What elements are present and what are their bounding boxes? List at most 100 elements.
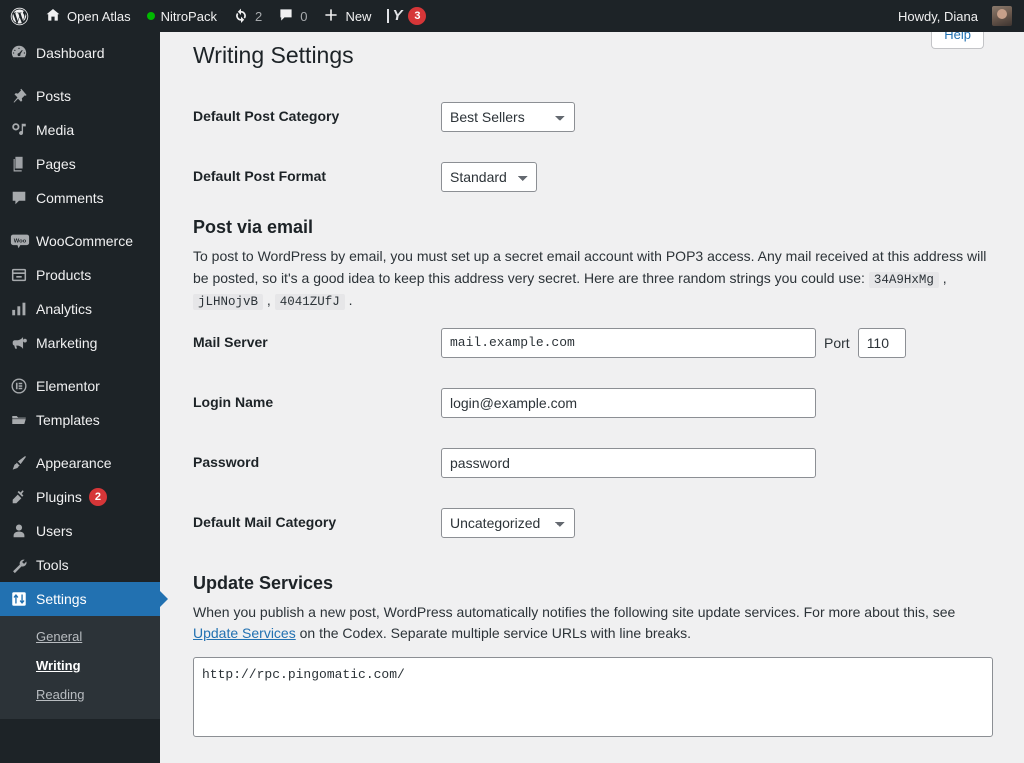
update-services-link[interactable]: Update Services — [193, 625, 296, 641]
analytics-icon — [10, 300, 36, 318]
form-row-mail-server: Mail Server Port — [193, 313, 1004, 373]
update-services-text-after: on the Codex. Separate multiple service … — [295, 625, 692, 642]
sidebar-item-comments[interactable]: Comments — [0, 181, 160, 215]
sidebar-item-label: Comments — [36, 190, 104, 206]
sidebar-item-appearance[interactable]: Appearance — [0, 446, 160, 480]
sidebar-item-posts[interactable]: Posts — [0, 79, 160, 113]
default-post-format-cell: Standard — [431, 147, 1004, 207]
sidebar-item-tools[interactable]: Tools — [0, 548, 160, 582]
port-label: Port — [824, 334, 850, 351]
main-content: Help Writing Settings Default Post Categ… — [160, 32, 1024, 763]
sidebar-item-label: Tools — [36, 557, 69, 573]
sidebar-item-media[interactable]: Media — [0, 113, 160, 147]
default-post-category-select[interactable]: Best Sellers — [441, 101, 575, 132]
random-string-2: jLHNojvB — [193, 294, 264, 311]
update-services-textarea[interactable]: http://rpc.pingomatic.com/ — [193, 657, 993, 738]
site-name-menu[interactable]: Open Atlas — [37, 0, 139, 32]
sidebar-item-woocommerce[interactable]: Woo WooCommerce — [0, 224, 160, 258]
sidebar-item-label: Plugins — [36, 489, 82, 505]
port-input[interactable] — [857, 327, 906, 358]
sidebar-item-marketing[interactable]: Marketing — [0, 326, 160, 360]
sidebar-item-analytics[interactable]: Analytics — [0, 292, 160, 326]
sidebar-item-label: WooCommerce — [36, 233, 133, 249]
admin-bar: Open Atlas NitroPack 2 0 New Y 3 Howdy, … — [0, 0, 1024, 32]
sidebar-item-templates[interactable]: Templates — [0, 403, 160, 437]
random-string-3: 4041ZUfJ — [274, 294, 345, 311]
brush-icon — [10, 454, 36, 472]
separator: , — [263, 292, 275, 309]
sidebar-item-dashboard[interactable]: Dashboard — [0, 36, 160, 70]
sidebar-item-label: Pages — [36, 156, 76, 172]
submenu-item-writing[interactable]: Writing — [0, 652, 160, 681]
page-title: Writing Settings — [193, 42, 354, 68]
sidebar-item-pages[interactable]: Pages — [0, 147, 160, 181]
default-mail-category-cell: Uncategorized — [431, 493, 1004, 553]
default-post-format-select[interactable]: Standard — [441, 161, 537, 192]
media-icon — [10, 121, 36, 139]
form-row-default-post-category: Default Post Category Best Sellers — [193, 87, 1004, 147]
woocommerce-icon: Woo — [10, 232, 36, 250]
products-icon — [10, 266, 36, 284]
sidebar-item-label: Analytics — [36, 301, 93, 317]
form-row-default-mail-category: Default Mail Category Uncategorized — [193, 493, 1004, 553]
login-name-input[interactable] — [441, 387, 816, 418]
sidebar-item-users[interactable]: Users — [0, 514, 160, 548]
pages-icon — [10, 155, 36, 173]
sidebar-item-label: Media — [36, 122, 75, 138]
default-post-category-cell: Best Sellers — [431, 87, 1004, 147]
writing-settings-form-table: Default Post Category Best Sellers Defau… — [193, 87, 1004, 207]
user-icon — [10, 522, 36, 540]
default-mail-category-select[interactable]: Uncategorized — [441, 507, 575, 538]
admin-sidebar-menu: Dashboard Posts Media Pages Comments Woo… — [0, 32, 168, 763]
password-label: Password — [193, 453, 260, 470]
comments-menu[interactable]: 0 — [270, 0, 315, 32]
dashboard-icon — [10, 44, 36, 62]
yoast-badge: 3 — [408, 7, 427, 25]
sidebar-item-label: Users — [36, 523, 73, 539]
sidebar-item-settings[interactable]: Settings — [0, 582, 168, 616]
help-tab-button[interactable]: Help — [931, 32, 984, 49]
post-via-email-section: Post via email To post to WordPress by e… — [193, 207, 1004, 313]
mail-server-cell: Port — [431, 313, 1004, 373]
updates-menu[interactable]: 2 — [225, 0, 270, 32]
wordpress-admin-screen: Open Atlas NitroPack 2 0 New Y 3 Howdy, … — [0, 0, 1024, 763]
sidebar-item-label: Posts — [36, 88, 72, 104]
settings-submenu: General Writing Reading — [0, 616, 160, 719]
megaphone-icon — [10, 334, 36, 352]
home-icon — [45, 7, 61, 26]
sidebar-item-label: Settings — [36, 591, 87, 607]
default-mail-category-label: Default Mail Category — [193, 513, 337, 530]
default-post-category-label: Default Post Category — [193, 107, 340, 124]
post-via-email-description: To post to WordPress by email, you must … — [193, 246, 993, 312]
password-input[interactable] — [441, 447, 816, 478]
login-name-label: Login Name — [193, 393, 274, 410]
my-account-menu[interactable]: Howdy, Diana — [890, 0, 1016, 32]
plus-icon — [323, 7, 339, 26]
yoast-seo-menu[interactable]: Y 3 — [379, 0, 434, 32]
submenu-item-reading[interactable]: Reading — [0, 681, 160, 710]
plugins-update-badge: 2 — [88, 488, 108, 506]
mail-server-port-group: Port — [441, 327, 994, 358]
wrench-icon — [10, 556, 36, 574]
post-via-email-text: To post to WordPress by email, you must … — [193, 248, 987, 286]
updates-count: 2 — [254, 8, 263, 24]
wordpress-logo-icon[interactable] — [0, 0, 37, 32]
update-services-textarea-wrap: http://rpc.pingomatic.com/ — [193, 645, 1004, 742]
sidebar-item-products[interactable]: Products — [0, 258, 160, 292]
nitropack-menu[interactable]: NitroPack — [139, 0, 225, 32]
post-via-email-form-table: Mail Server Port Login Name — [193, 313, 1004, 553]
sentence-end: . — [344, 292, 353, 309]
sidebar-item-label: Templates — [36, 412, 100, 428]
avatar — [992, 6, 1012, 26]
update-services-section: Update Services When you publish a new p… — [193, 553, 1004, 743]
update-services-description: When you publish a new post, WordPress a… — [193, 602, 983, 645]
sidebar-item-elementor[interactable]: Elementor — [0, 369, 160, 403]
mail-server-input[interactable] — [441, 327, 816, 358]
folder-icon — [10, 411, 36, 429]
sidebar-item-plugins[interactable]: Plugins 2 — [0, 480, 160, 514]
content-wrap: Help Writing Settings Default Post Categ… — [160, 32, 1024, 742]
comment-bubble-icon — [278, 7, 294, 26]
pin-icon — [10, 87, 36, 105]
submenu-item-general[interactable]: General — [0, 623, 160, 652]
new-content-menu[interactable]: New — [315, 0, 379, 32]
